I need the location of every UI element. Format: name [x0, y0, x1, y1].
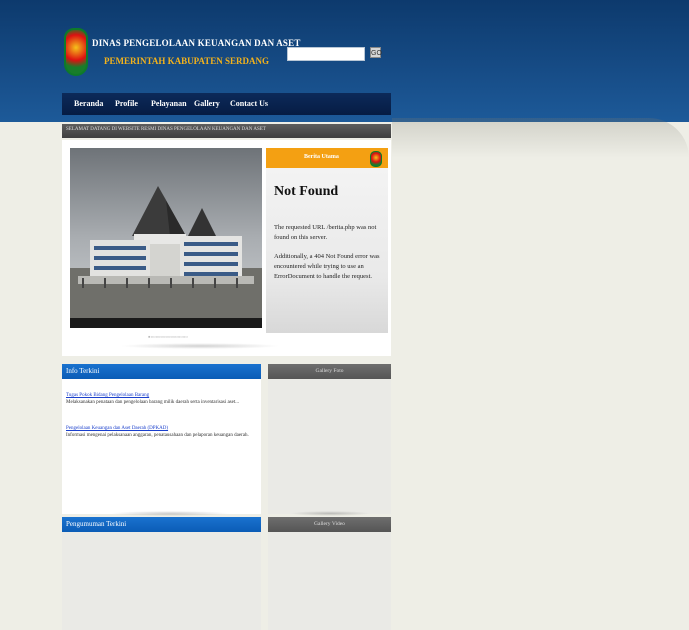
search-input[interactable]	[287, 47, 365, 61]
not-found-heading: Not Found	[274, 184, 339, 199]
info-item-link[interactable]: Tugas Pokok Bidang Pengelolaan Barang	[66, 393, 149, 398]
pengumuman-title: Pengumuman Terkini	[66, 520, 127, 528]
not-found-detail: Additionally, a 404 Not Found error was …	[274, 253, 380, 280]
nav-item-profile[interactable]: Profile	[115, 99, 138, 108]
info-terkini-panel: Info Terkini Tugas Pokok Bidang Pengelol…	[62, 364, 261, 514]
gallery-foto-panel: Gallery Foto	[268, 364, 391, 514]
info-item-link[interactable]: Pengelolaan Keuangan dan Aset Daerah (DP…	[66, 426, 168, 431]
gallery-video-title: Gallery Video	[314, 521, 345, 527]
site-title: DINAS PENGELOLAAN KEUANGAN DAN ASET	[92, 38, 301, 48]
seal-icon	[370, 151, 382, 167]
info-terkini-title: Info Terkini	[66, 367, 100, 375]
nav-item-pelayanan[interactable]: Pelayanan	[151, 99, 187, 108]
search-button[interactable]: GO	[370, 47, 382, 58]
info-item-desc: Melaksanakan penataan dan pengelolaan ba…	[66, 400, 239, 405]
nav-item-contact[interactable]: Contact Us	[230, 99, 268, 108]
decorative-shadow	[392, 118, 689, 158]
panel-shadow	[110, 511, 230, 516]
ticker-text: SELAMAT DATANG DI WEBSITE RESMI DINAS PE…	[66, 127, 266, 132]
berita-utama-header: Berita Utama	[266, 148, 388, 168]
office-building-photo[interactable]	[70, 148, 262, 328]
slider-shadow	[120, 343, 280, 349]
info-terkini-header: Info Terkini	[62, 364, 261, 379]
pengumuman-header: Pengumuman Terkini	[62, 517, 261, 532]
panel-shadow	[290, 511, 370, 516]
gallery-video-panel: Gallery Video	[268, 517, 391, 630]
nav-item-gallery[interactable]: Gallery	[194, 99, 220, 108]
nav-item-beranda[interactable]: Beranda	[74, 99, 103, 108]
berita-utama-title: Berita Utama	[304, 154, 339, 160]
site-subtitle: PEMERINTAH KABUPATEN SERDANG	[104, 56, 270, 66]
not-found-message: The requested URL /berita.php was not fo…	[274, 224, 377, 241]
berita-utama-panel: Berita Utama Not Found The requested URL…	[266, 148, 388, 333]
news-ticker: SELAMAT DATANG DI WEBSITE RESMI DINAS PE…	[62, 124, 391, 138]
gallery-video-header[interactable]: Gallery Video	[268, 517, 391, 532]
pengumuman-panel: Pengumuman Terkini	[62, 517, 261, 630]
info-item-desc: Informasi mengenai pelaksanaan anggaran,…	[66, 433, 249, 438]
gallery-foto-title: Gallery Foto	[315, 368, 344, 374]
slider-pagination[interactable]: ▪▫▫▫▫▫▫▫▫▫▫▫▫▫▫▫	[148, 333, 188, 341]
regency-seal-logo	[64, 28, 88, 76]
main-nav: Beranda Profile Pelayanan Gallery Contac…	[62, 93, 391, 115]
gallery-foto-header[interactable]: Gallery Foto	[268, 364, 391, 379]
